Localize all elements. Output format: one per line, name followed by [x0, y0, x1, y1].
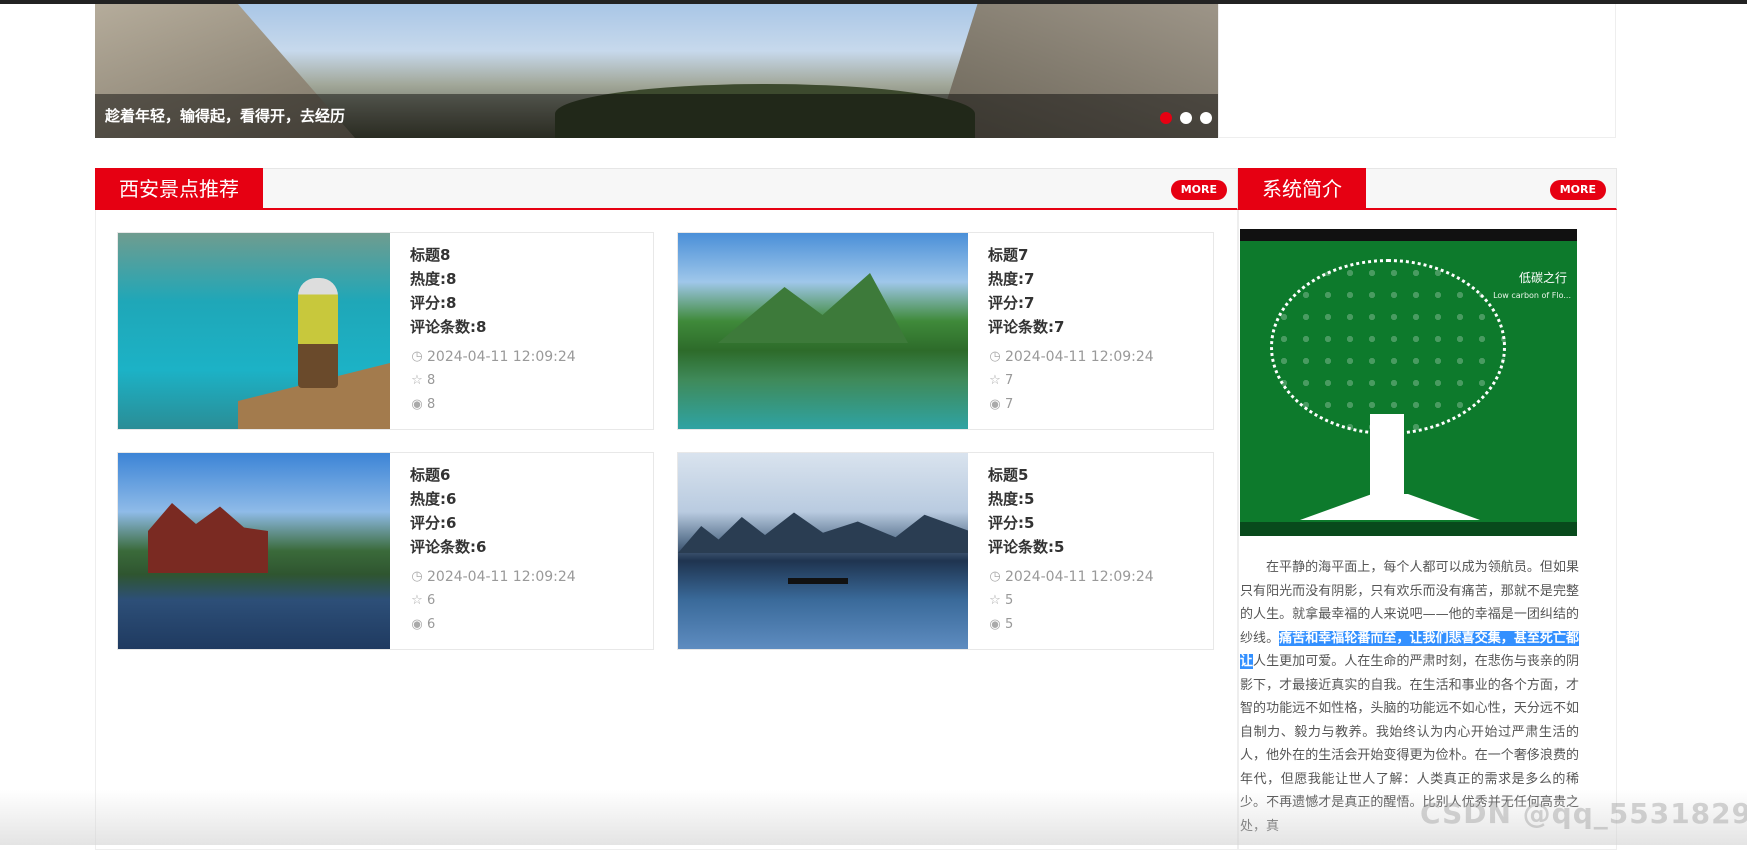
scenic-time: ◷ 2024-04-11 12:09:24: [988, 345, 1223, 369]
scenic-time: ◷ 2024-04-11 12:09:24: [410, 565, 645, 589]
scenic-views: ◉ 8: [410, 393, 645, 417]
recommend-panel-title: 西安景点推荐: [95, 168, 263, 210]
scenic-time: ◷ 2024-04-11 12:09:24: [988, 565, 1223, 589]
intro-image-bottom-strip: [1240, 522, 1577, 536]
thumb-raft: [788, 578, 848, 584]
scenic-comments: 评论条数:8: [410, 318, 487, 336]
intro-panel-header: 系统简介 MORE: [1238, 168, 1617, 210]
clock-icon: ◷: [989, 349, 1001, 364]
eco-tree-roots: [1300, 494, 1480, 520]
star-icon: ☆: [411, 593, 423, 608]
clock-icon: ◷: [411, 349, 423, 364]
scenic-heat: 热度:7: [988, 270, 1035, 288]
eye-icon: ◉: [989, 397, 1001, 412]
scenic-time: ◷ 2024-04-11 12:09:24: [410, 345, 645, 369]
scenic-info: 标题8 热度:8 评分:8 评论条数:8 ◷ 2024-04-11 12:09:2…: [410, 243, 645, 417]
intro-image-top-strip: [1240, 229, 1577, 241]
scenic-card[interactable]: 标题8 热度:8 评分:8 评论条数:8 ◷ 2024-04-11 12:09:2…: [117, 232, 654, 430]
scenic-favorites: ☆ 5: [988, 589, 1223, 613]
scenic-score: 评分:5: [988, 514, 1035, 532]
star-icon: ☆: [989, 593, 1001, 608]
star-icon: ☆: [989, 373, 1001, 388]
scenic-info: 标题6 热度:6 评分:6 评论条数:6 ◷ 2024-04-11 12:09:2…: [410, 463, 645, 637]
thumb-mountain: [718, 273, 908, 343]
scenic-views: ◉ 7: [988, 393, 1223, 417]
intro-image: 低碳之行 Low carbon of Flo...: [1240, 229, 1577, 536]
scenic-comments: 评论条数:6: [410, 538, 487, 556]
scenic-info: 标题7 热度:7 评分:7 评论条数:7 ◷ 2024-04-11 12:09:2…: [988, 243, 1223, 417]
eye-icon: ◉: [411, 617, 423, 632]
scenic-info: 标题5 热度:5 评分:5 评论条数:5 ◷ 2024-04-11 12:09:2…: [988, 463, 1223, 637]
scenic-views: ◉ 6: [410, 613, 645, 637]
carousel-dot-1[interactable]: [1160, 112, 1172, 124]
scenic-favorites: ☆ 6: [410, 589, 645, 613]
scenic-title[interactable]: 标题8: [410, 243, 645, 267]
scenic-thumbnail[interactable]: [678, 453, 968, 649]
scenic-time-text: 2024-04-11 12:09:24: [427, 349, 576, 365]
scenic-favorites-count: 8: [427, 373, 436, 388]
scenic-card[interactable]: 标题5 热度:5 评分:5 评论条数:5 ◷ 2024-04-11 12:09:2…: [677, 452, 1214, 650]
scenic-favorites: ☆ 8: [410, 369, 645, 393]
thumb-pagoda: [148, 503, 268, 573]
scenic-views-count: 8: [427, 397, 436, 412]
recommend-more-button[interactable]: MORE: [1170, 180, 1227, 200]
eye-icon: ◉: [411, 397, 423, 412]
thumb-person: [298, 278, 338, 388]
intro-image-sub: Low carbon of Flo...: [1493, 291, 1571, 300]
intro-text: 在平静的海平面上，每个人都可以成为领航员。但如果只有阳光而没有阴影，只有欢乐而没…: [1240, 556, 1579, 838]
scenic-score: 评分:6: [410, 514, 457, 532]
scenic-title[interactable]: 标题6: [410, 463, 645, 487]
eye-icon: ◉: [989, 617, 1001, 632]
carousel-dot-3[interactable]: [1200, 112, 1212, 124]
carousel-dots: [1160, 112, 1212, 124]
scenic-score: 评分:8: [410, 294, 457, 312]
carousel-dot-2[interactable]: [1180, 112, 1192, 124]
scenic-comments: 评论条数:5: [988, 538, 1065, 556]
scenic-views: ◉ 5: [988, 613, 1223, 637]
scenic-title[interactable]: 标题5: [988, 463, 1223, 487]
clock-icon: ◷: [989, 569, 1001, 584]
watermark: CSDN @qq_55318293: [1420, 797, 1747, 830]
thumb-karst-hills: [678, 512, 968, 553]
scenic-views-count: 7: [1005, 397, 1014, 412]
scenic-score: 评分:7: [988, 294, 1035, 312]
recommend-panel-header: 西安景点推荐 MORE: [95, 168, 1238, 210]
banner-caption: 趁着年轻，输得起，看得开，去经历: [105, 107, 346, 125]
intro-image-heading: 低碳之行: [1518, 271, 1567, 285]
banner-carousel[interactable]: 趁着年轻，输得起，看得开，去经历: [95, 4, 1218, 138]
intro-more-button[interactable]: MORE: [1549, 180, 1606, 200]
scenic-card[interactable]: 标题6 热度:6 评分:6 评论条数:6 ◷ 2024-04-11 12:09:2…: [117, 452, 654, 650]
scenic-thumbnail[interactable]: [118, 453, 390, 649]
scenic-views-count: 6: [427, 617, 436, 632]
star-icon: ☆: [411, 373, 423, 388]
scenic-favorites-count: 6: [427, 593, 436, 608]
scenic-comments: 评论条数:7: [988, 318, 1065, 336]
scenic-time-text: 2024-04-11 12:09:24: [1005, 349, 1154, 365]
scenic-title[interactable]: 标题7: [988, 243, 1223, 267]
scenic-favorites-count: 7: [1005, 373, 1014, 388]
intro-panel-title: 系统简介: [1238, 168, 1366, 210]
scenic-card[interactable]: 标题7 热度:7 评分:7 评论条数:7 ◷ 2024-04-11 12:09:2…: [677, 232, 1214, 430]
scenic-time-text: 2024-04-11 12:09:24: [427, 569, 576, 585]
banner-side-panel: [1218, 4, 1616, 138]
scenic-favorites-count: 5: [1005, 593, 1014, 608]
eco-tree-icon: [1270, 259, 1506, 435]
scenic-favorites: ☆ 7: [988, 369, 1223, 393]
scenic-views-count: 5: [1005, 617, 1014, 632]
scenic-time-text: 2024-04-11 12:09:24: [1005, 569, 1154, 585]
scenic-thumbnail[interactable]: [118, 233, 390, 429]
scenic-heat: 热度:5: [988, 490, 1035, 508]
scenic-thumbnail[interactable]: [678, 233, 968, 429]
scenic-heat: 热度:6: [410, 490, 457, 508]
scenic-heat: 热度:8: [410, 270, 457, 288]
clock-icon: ◷: [411, 569, 423, 584]
